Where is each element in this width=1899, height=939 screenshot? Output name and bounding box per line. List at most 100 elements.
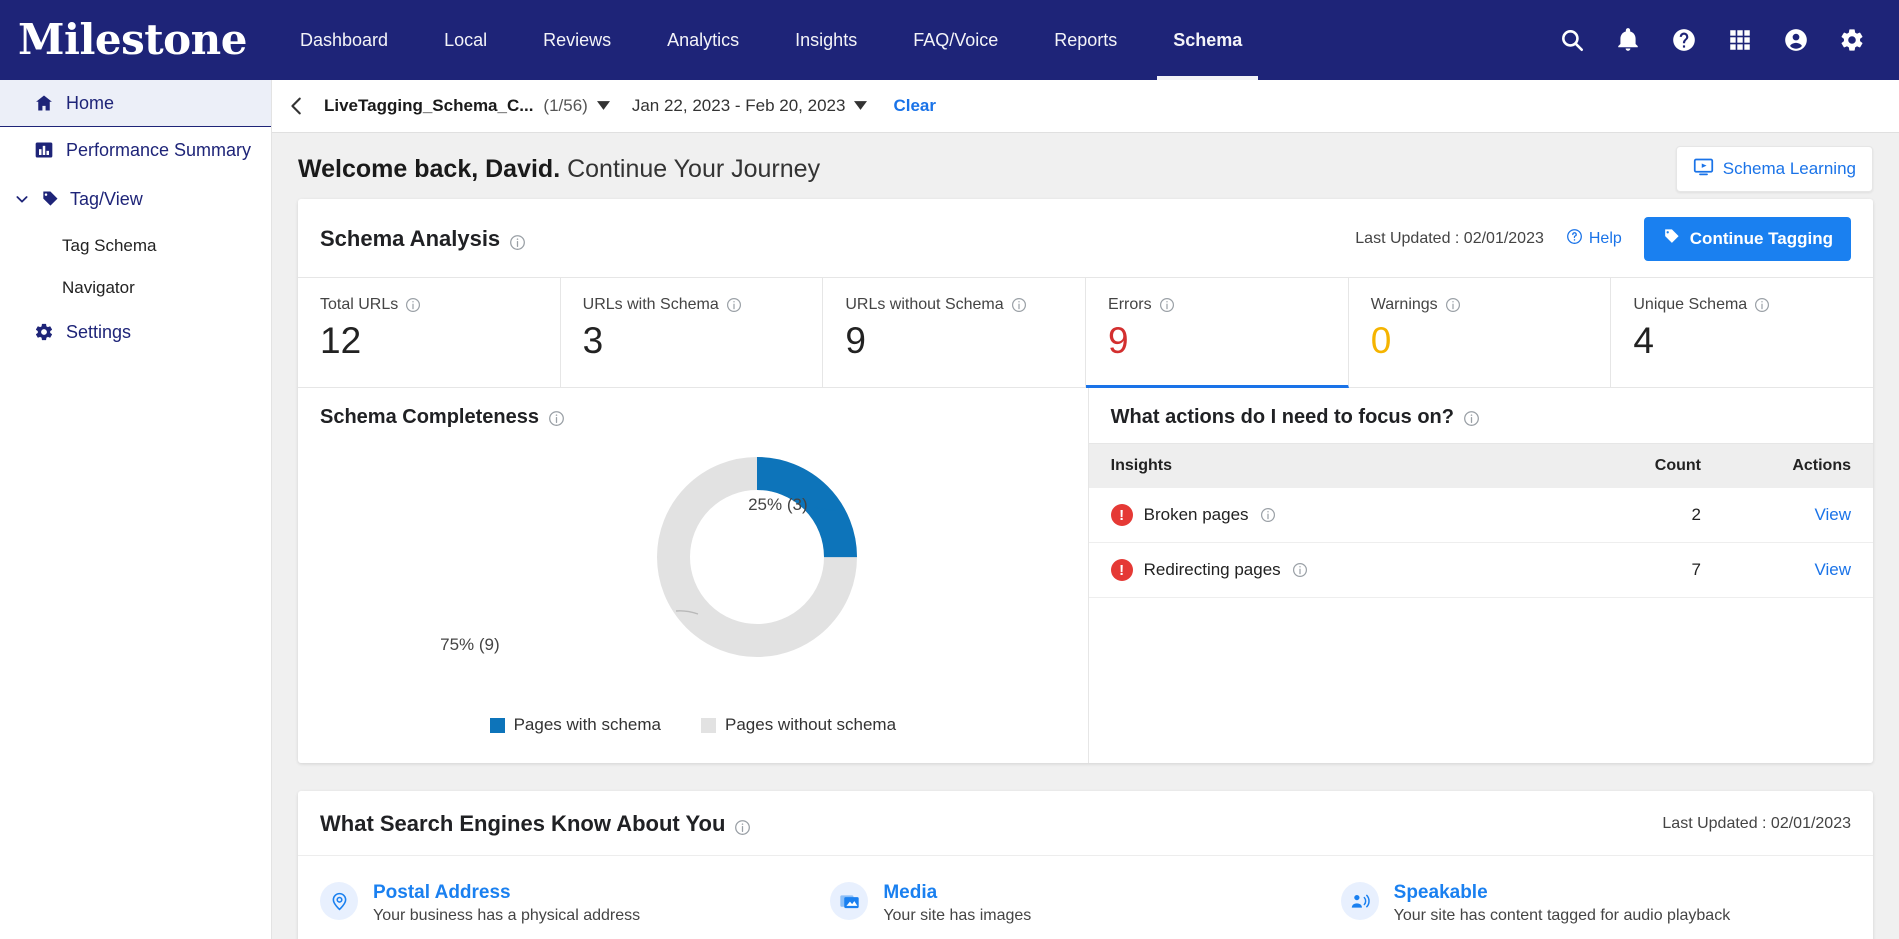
schema-completeness-donut[interactable] (651, 451, 863, 663)
project-dropdown-caret-icon[interactable] (596, 97, 610, 115)
back-chevron-icon[interactable] (282, 91, 312, 121)
date-dropdown-caret-icon[interactable] (854, 97, 868, 115)
tag-icon (40, 189, 60, 209)
legend-item-without-schema[interactable]: Pages without schema (701, 715, 896, 735)
sidebar-item-settings[interactable]: Settings (0, 309, 271, 355)
location-pin-icon (320, 882, 358, 920)
sidebar-item-home[interactable]: Home (0, 80, 271, 127)
schema-learning-button[interactable]: Schema Learning (1675, 146, 1873, 192)
insight-cell-label: ! Broken pages (1110, 504, 1561, 526)
list-item[interactable]: Media Your site has images (830, 882, 1340, 925)
gear-icon (34, 322, 54, 342)
sek-name-speakable[interactable]: Speakable (1394, 882, 1731, 904)
search-engines-header: What Search Engines Know About You Last … (298, 791, 1873, 856)
info-icon[interactable] (726, 297, 742, 313)
kpi-label-group: Warnings (1371, 296, 1589, 314)
info-icon[interactable] (734, 816, 751, 835)
project-selector-name[interactable]: LiveTagging_Schema_C... (324, 96, 533, 116)
sidebar-item-tag-schema[interactable]: Tag Schema (0, 225, 271, 267)
kpi-value-urls-with-schema: 3 (582, 320, 604, 361)
donut-chart-wrapper: 25% (3) 75% (9) (298, 443, 1088, 699)
list-item[interactable]: Postal Address Your business has a physi… (320, 882, 830, 925)
info-icon[interactable] (1463, 410, 1479, 426)
clear-filters-button[interactable]: Clear (893, 96, 936, 116)
search-engines-card: What Search Engines Know About You Last … (298, 791, 1873, 939)
legend-item-with-schema[interactable]: Pages with schema (489, 715, 661, 735)
help-circle-icon[interactable] (1671, 27, 1697, 53)
apps-grid-icon[interactable] (1727, 27, 1753, 53)
help-circle-small-icon (1566, 228, 1583, 250)
schema-analysis-header: Schema Analysis Last Updated : 02/01/202… (298, 199, 1873, 277)
info-icon[interactable] (405, 297, 421, 313)
sidebar-item-tag-view[interactable]: Tag/View (0, 173, 271, 225)
nav-tab-reviews[interactable]: Reviews (515, 0, 639, 80)
settings-gear-icon[interactable] (1839, 27, 1865, 53)
sidebar-item-navigator[interactable]: Navigator (0, 267, 271, 309)
filter-bar: LiveTagging_Schema_C... (1/56) Jan 22, 2… (272, 80, 1899, 133)
sek-name-postal-address[interactable]: Postal Address (373, 882, 640, 904)
info-icon[interactable] (1754, 297, 1770, 313)
info-icon[interactable] (1011, 297, 1027, 313)
kpi-label-group: Total URLs (320, 296, 538, 314)
nav-tab-insights[interactable]: Insights (767, 0, 885, 80)
kpi-value-urls-without-schema: 9 (845, 320, 866, 361)
date-range-selector[interactable]: Jan 22, 2023 - Feb 20, 2023 (632, 96, 846, 116)
schema-analysis-actions: Last Updated : 02/01/2023 Help Continue … (1355, 217, 1851, 261)
kpi-urls-with-schema[interactable]: URLs with Schema 3 (560, 278, 824, 388)
kpi-value-unique-schema: 4 (1633, 320, 1654, 361)
info-icon[interactable] (1260, 507, 1276, 523)
kpi-errors[interactable]: Errors 9 (1086, 278, 1349, 388)
continue-tagging-button[interactable]: Continue Tagging (1643, 217, 1851, 261)
nav-tab-reports[interactable]: Reports (1026, 0, 1145, 80)
welcome-row: Welcome back, David. Continue Your Journ… (272, 133, 1899, 199)
nav-tab-analytics[interactable]: Analytics (639, 0, 767, 80)
kpi-warnings[interactable]: Warnings 0 (1348, 278, 1612, 388)
notifications-bell-icon[interactable] (1615, 27, 1641, 53)
insights-panel: What actions do I need to focus on? Insi… (1088, 388, 1873, 763)
donut-legend: Pages with schema Pages without schema (298, 699, 1088, 763)
sidebar-label-home: Home (66, 92, 115, 113)
insight-count-broken-pages: 2 (1691, 505, 1701, 524)
kpi-value-errors: 9 (1108, 320, 1129, 361)
chevron-down-icon[interactable] (14, 191, 30, 207)
nav-tab-dashboard[interactable]: Dashboard (272, 0, 416, 80)
sidebar-label-settings: Settings (66, 321, 132, 342)
info-icon[interactable] (509, 231, 526, 250)
info-icon[interactable] (1292, 562, 1308, 578)
sidebar-item-performance-summary[interactable]: Performance Summary (0, 127, 271, 173)
view-link-redirecting-pages[interactable]: View (1814, 560, 1851, 579)
nav-tab-schema[interactable]: Schema (1145, 0, 1270, 80)
kpi-urls-without-schema[interactable]: URLs without Schema 9 (823, 278, 1087, 388)
kpi-total-urls[interactable]: Total URLs 12 (298, 278, 561, 388)
help-link[interactable]: Help (1566, 228, 1622, 250)
list-item[interactable]: Speakable Your site has content tagged f… (1340, 882, 1851, 925)
tag-white-icon (1662, 227, 1681, 251)
main-content-area: Welcome back, David. Continue Your Journ… (272, 133, 1899, 939)
column-header-count: Count (1654, 457, 1701, 474)
info-icon[interactable] (1445, 297, 1461, 313)
account-circle-icon[interactable] (1783, 27, 1809, 53)
nav-tab-local[interactable]: Local (416, 0, 515, 80)
analysis-lower-section: Schema Completeness 25% (3) 75% (9) Page… (298, 388, 1873, 763)
search-icon[interactable] (1559, 27, 1585, 53)
kpi-label-group: URLs with Schema (583, 296, 801, 314)
view-link-broken-pages[interactable]: View (1814, 505, 1851, 524)
info-icon[interactable] (1159, 297, 1175, 313)
kpi-unique-schema[interactable]: Unique Schema 4 (1611, 278, 1874, 388)
sek-name-media[interactable]: Media (883, 882, 1031, 904)
legend-swatch-blue-icon (489, 717, 505, 733)
table-row[interactable]: ! Redirecting pages 7 View (1088, 543, 1873, 598)
column-header-actions: Actions (1792, 457, 1851, 474)
list-item-text: Media Your site has images (883, 882, 1031, 925)
nav-tab-faq-voice[interactable]: FAQ/Voice (885, 0, 1026, 80)
legend-label-with-schema: Pages with schema (513, 715, 661, 734)
error-exclamation-icon: ! (1110, 559, 1133, 581)
page-title: Welcome back, David. Continue Your Journ… (298, 155, 820, 184)
table-row[interactable]: ! Broken pages 2 View (1088, 488, 1873, 543)
insights-panel-header: What actions do I need to focus on? (1089, 388, 1873, 443)
insights-table-header: Insights Count Actions (1088, 443, 1873, 488)
legend-swatch-grey-icon (701, 717, 716, 733)
milestone-logo[interactable]: Milestone (0, 19, 272, 61)
info-icon[interactable] (548, 410, 564, 426)
sidebar-label-tag-schema: Tag Schema (62, 236, 157, 255)
